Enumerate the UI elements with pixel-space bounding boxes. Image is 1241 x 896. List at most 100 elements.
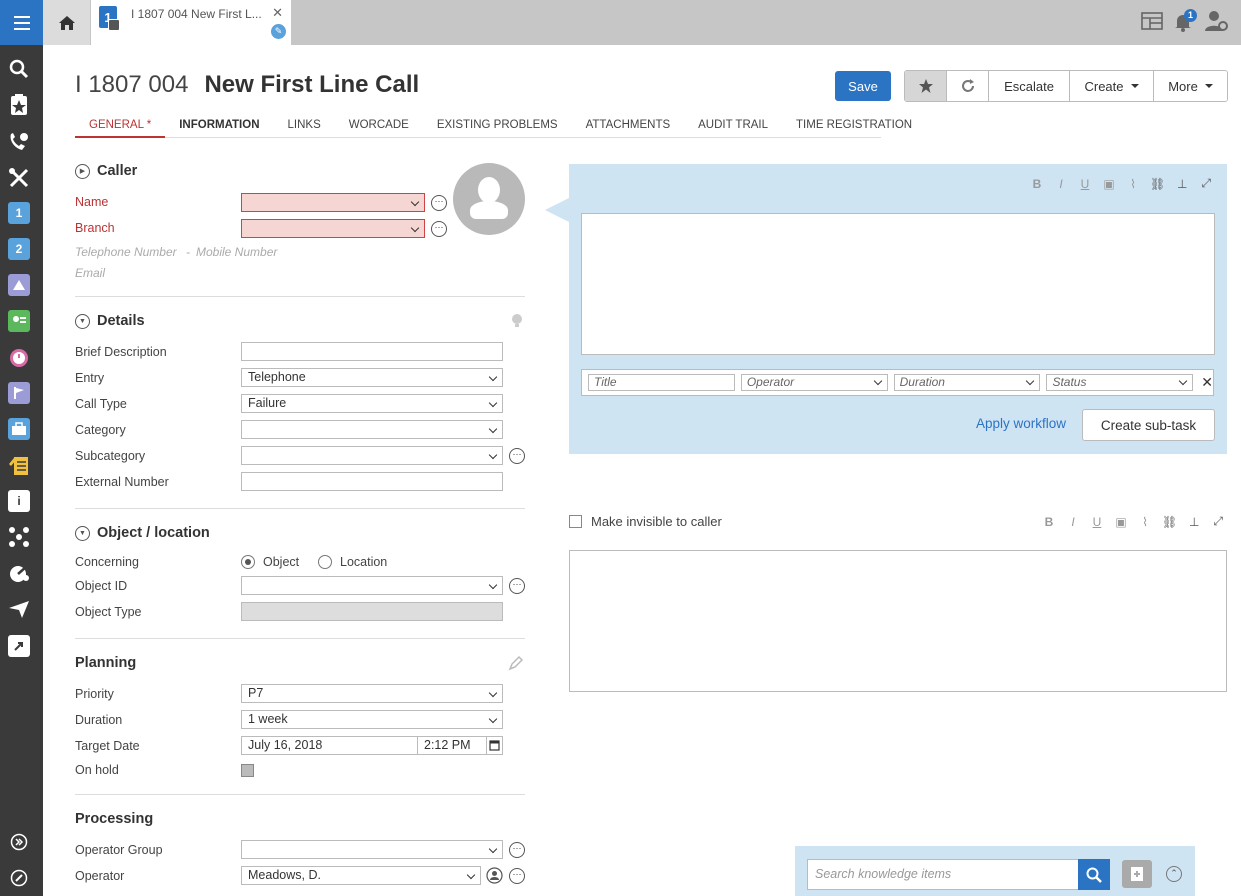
- concerning-location-radio[interactable]: [318, 555, 332, 569]
- notifications-button[interactable]: 1: [1173, 8, 1197, 34]
- problems-icon[interactable]: [8, 274, 30, 296]
- object-section-header[interactable]: ▼ Object / location: [75, 525, 210, 541]
- fullscreen-icon[interactable]: ⤢: [1211, 514, 1225, 529]
- create-subtask-button[interactable]: Create sub-task: [1082, 409, 1215, 441]
- underline-button[interactable]: U: [1090, 515, 1104, 529]
- object-id-select[interactable]: [241, 576, 503, 595]
- collapse-up-icon[interactable]: ⌃: [1166, 866, 1182, 882]
- external-number-input[interactable]: [241, 472, 503, 491]
- tab-general[interactable]: GENERAL *: [75, 115, 166, 138]
- target-time-input[interactable]: 2:12 PM: [417, 736, 487, 755]
- planning-icon[interactable]: [8, 346, 30, 368]
- refresh-button[interactable]: [947, 71, 989, 101]
- apply-workflow-link[interactable]: Apply workflow: [976, 416, 1066, 431]
- subcategory-select[interactable]: [241, 446, 503, 465]
- underline-button[interactable]: U: [1078, 177, 1092, 191]
- attachment-icon[interactable]: ⌇: [1138, 515, 1152, 529]
- name-lookup-button[interactable]: ···: [431, 195, 447, 211]
- second-line-icon[interactable]: 2: [8, 238, 30, 260]
- calls-icon[interactable]: [8, 131, 30, 153]
- branch-lookup-button[interactable]: ···: [431, 221, 447, 237]
- knowledge-search-button[interactable]: [1078, 859, 1110, 890]
- record-tab[interactable]: 1 I 1807 004 New First L... ✕ ✎: [91, 0, 291, 45]
- info-icon[interactable]: i: [8, 490, 30, 512]
- lightbulb-icon[interactable]: [510, 313, 524, 332]
- stamp-icon[interactable]: ⊥: [1175, 177, 1189, 191]
- search-icon[interactable]: [8, 58, 30, 80]
- image-icon[interactable]: ▣: [1102, 177, 1116, 191]
- stamp-icon[interactable]: ⊥: [1187, 515, 1201, 529]
- tab-existing-problems[interactable]: EXISTING PROBLEMS: [423, 115, 572, 138]
- menu-icon[interactable]: [0, 0, 43, 45]
- attachment-icon[interactable]: ⌇: [1126, 177, 1140, 191]
- tab-worcade[interactable]: WORCADE: [335, 115, 423, 138]
- details-section-header[interactable]: ▼ Details: [75, 313, 145, 329]
- target-date-input[interactable]: July 16, 2018: [241, 736, 418, 755]
- tab-attachments[interactable]: ATTACHMENTS: [572, 115, 685, 138]
- calendar-button[interactable]: [486, 736, 503, 755]
- assets-icon[interactable]: [8, 418, 30, 440]
- fullscreen-icon[interactable]: ⤢: [1199, 176, 1213, 191]
- changes-icon[interactable]: [8, 167, 30, 189]
- priority-select[interactable]: P7: [241, 684, 503, 703]
- bold-button[interactable]: B: [1042, 515, 1056, 529]
- pencil-icon[interactable]: ✎: [271, 24, 286, 39]
- close-icon[interactable]: ✕: [272, 5, 283, 21]
- reports-icon[interactable]: [8, 562, 30, 584]
- add-knowledge-button[interactable]: [1122, 860, 1152, 888]
- projects-icon[interactable]: [8, 382, 30, 404]
- tab-links[interactable]: LINKS: [274, 115, 335, 138]
- operator-group-lookup-button[interactable]: ···: [509, 842, 525, 858]
- contacts-icon[interactable]: [8, 310, 30, 332]
- italic-button[interactable]: I: [1066, 515, 1080, 529]
- escalate-button[interactable]: Escalate: [989, 71, 1070, 101]
- edit-icon[interactable]: [8, 867, 30, 889]
- subtask-duration-select[interactable]: Duration: [893, 374, 1041, 391]
- operator-group-select[interactable]: [241, 840, 503, 859]
- subtask-title-input[interactable]: Title: [588, 374, 735, 391]
- on-hold-checkbox[interactable]: [241, 764, 254, 777]
- save-button[interactable]: Save: [835, 71, 891, 101]
- object-lookup-button[interactable]: ···: [509, 578, 525, 594]
- operator-lookup-button[interactable]: ···: [509, 868, 525, 884]
- user-icon[interactable]: [486, 867, 503, 887]
- create-button[interactable]: Create: [1070, 71, 1154, 101]
- subtask-operator-select[interactable]: Operator: [740, 374, 888, 391]
- knowledge-icon[interactable]: [8, 454, 30, 476]
- invisible-to-caller-checkbox[interactable]: [569, 515, 582, 528]
- operator-select[interactable]: Meadows, D.: [241, 866, 481, 885]
- tab-information[interactable]: INFORMATION: [165, 115, 273, 138]
- subcategory-lookup-button[interactable]: ···: [509, 448, 525, 464]
- favorite-button[interactable]: [905, 71, 947, 101]
- link-icon[interactable]: ⛓: [1162, 515, 1177, 529]
- link-icon[interactable]: ⛓: [1150, 177, 1165, 191]
- bold-button[interactable]: B: [1030, 177, 1044, 191]
- pen-icon[interactable]: [508, 655, 524, 674]
- tab-time-registration[interactable]: TIME REGISTRATION: [782, 115, 926, 138]
- entry-select[interactable]: Telephone: [241, 368, 503, 387]
- category-select[interactable]: [241, 420, 503, 439]
- layout-icon[interactable]: [1141, 12, 1163, 33]
- export-icon[interactable]: [8, 635, 30, 657]
- knowledge-search-input[interactable]: Search knowledge items: [807, 859, 1079, 890]
- user-settings-icon[interactable]: [1205, 10, 1229, 35]
- italic-button[interactable]: I: [1054, 177, 1068, 191]
- duration-select[interactable]: 1 week: [241, 710, 503, 729]
- concerning-object-radio[interactable]: [241, 555, 255, 569]
- branch-select[interactable]: [241, 219, 425, 238]
- more-button[interactable]: More: [1154, 71, 1227, 101]
- image-icon[interactable]: ▣: [1114, 515, 1128, 529]
- tab-audit-trail[interactable]: AUDIT TRAIL: [684, 115, 782, 138]
- favorites-icon[interactable]: [8, 94, 30, 116]
- close-icon[interactable]: ✕: [1201, 374, 1213, 391]
- home-button[interactable]: [43, 0, 90, 45]
- expand-icon[interactable]: [8, 831, 30, 853]
- operations-icon[interactable]: [8, 526, 30, 548]
- brief-description-input[interactable]: [241, 342, 503, 361]
- request-editor[interactable]: [581, 213, 1215, 355]
- action-editor[interactable]: [569, 550, 1227, 692]
- caller-section-header[interactable]: ▶ Caller: [75, 163, 137, 179]
- call-type-select[interactable]: Failure: [241, 394, 503, 413]
- subtask-status-select[interactable]: Status: [1046, 374, 1194, 391]
- send-icon[interactable]: [8, 598, 30, 620]
